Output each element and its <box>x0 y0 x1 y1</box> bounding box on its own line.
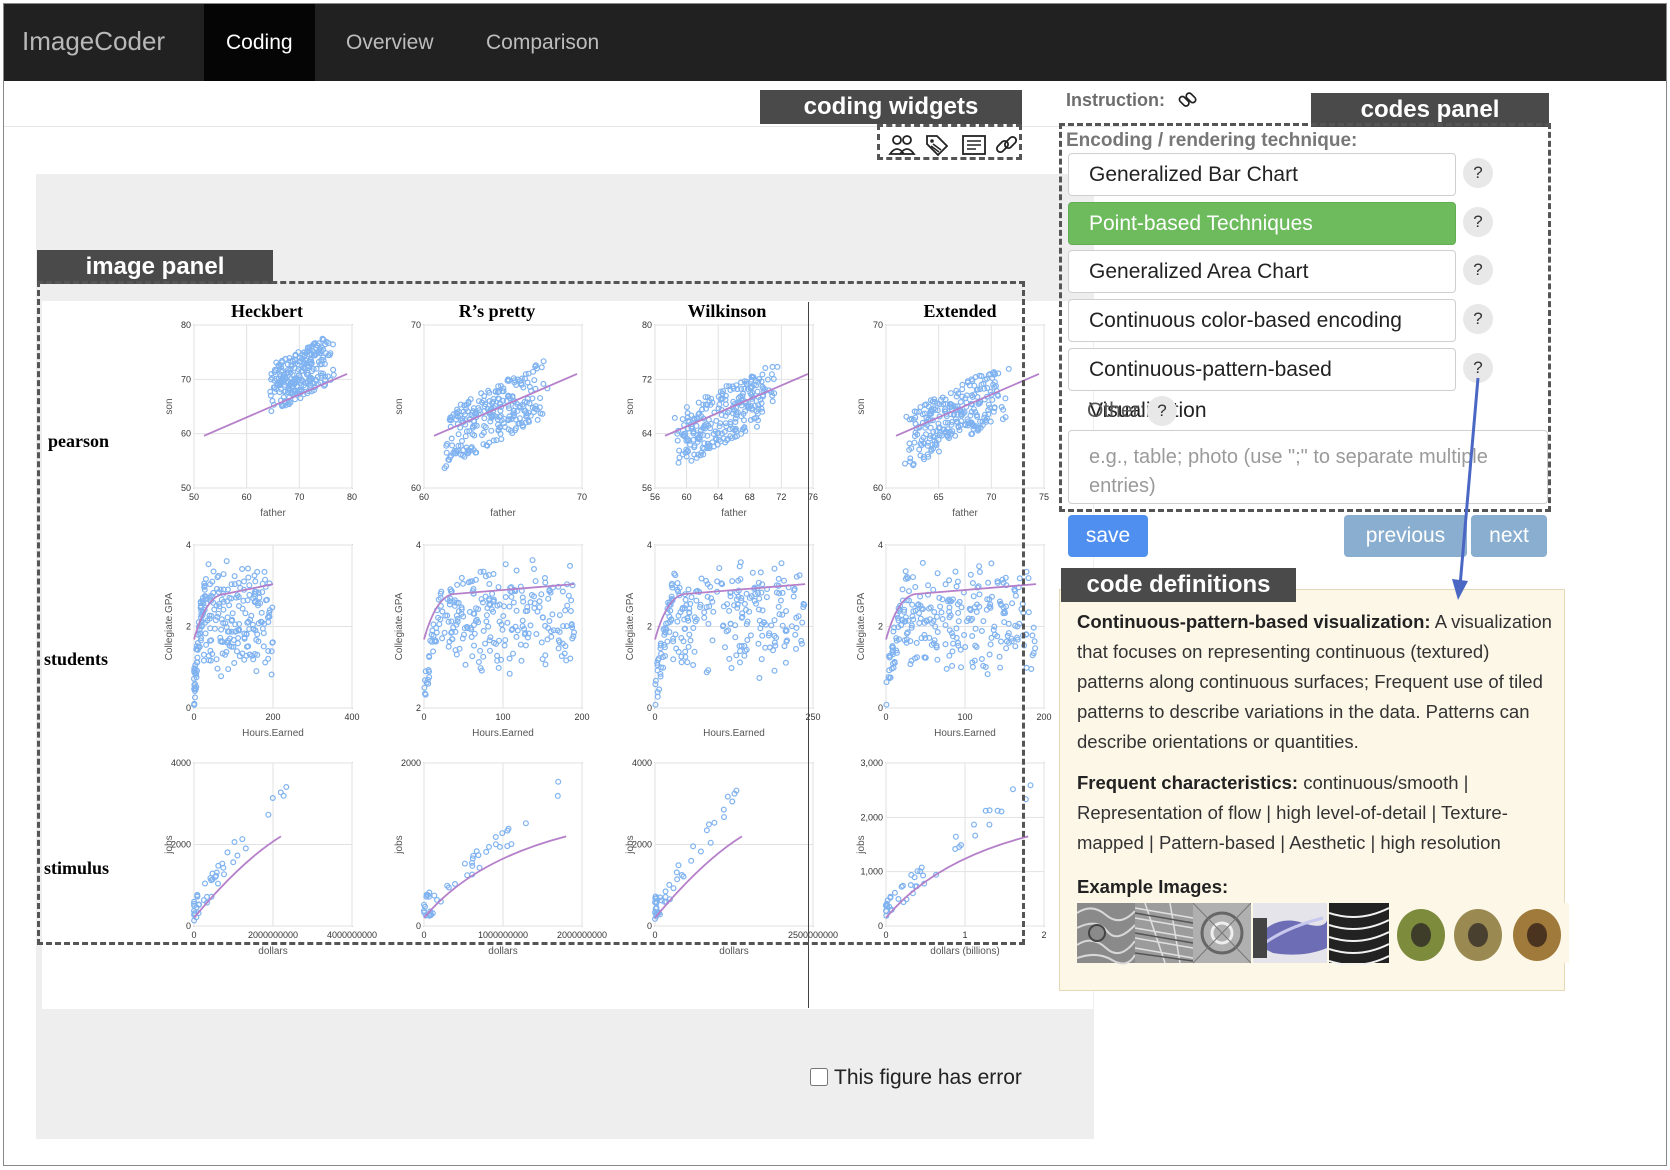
x-tick-label: 200 <box>1036 712 1051 722</box>
help-icon[interactable]: ? <box>1463 207 1493 237</box>
help-icon[interactable]: ? <box>1463 255 1493 285</box>
annotation-codes-panel: codes panel <box>1311 93 1549 127</box>
example-image-flow-texture[interactable] <box>1077 903 1135 965</box>
code-continuous-pattern-based-visualization[interactable]: Continuous-pattern-based Visualization <box>1068 348 1456 422</box>
coding-widgets-toolbar <box>877 124 1022 160</box>
example-image-noise-texture[interactable] <box>1193 903 1251 965</box>
example-image-lic-texture[interactable] <box>1135 903 1193 965</box>
code-continuous-color-based-encoding[interactable]: Continuous color-based encoding <box>1068 299 1456 342</box>
help-icon[interactable]: ? <box>1463 158 1493 188</box>
x-tick-label: 75 <box>1039 492 1049 502</box>
codes-section-title: Encoding / rendering technique: <box>1066 130 1358 151</box>
code-generalized-bar-chart[interactable]: Generalized Bar Chart <box>1068 153 1456 196</box>
code-definition-panel: Continuous-pattern-based visualization: … <box>1059 589 1569 991</box>
annotation-code-definitions: code definitions <box>1061 568 1296 602</box>
example-images <box>1077 903 1572 965</box>
characteristics-label: Frequent characteristics: <box>1077 772 1299 793</box>
characteristics-text: Frequent characteristics: continuous/smo… <box>1077 768 1552 858</box>
error-checkbox-label: This figure has error <box>834 1066 1022 1089</box>
example-image-bw-streamlines[interactable] <box>1329 903 1389 965</box>
instruction: Instruction: <box>1066 89 1200 111</box>
code-point-based-techniques[interactable]: Point-based Techniques <box>1068 202 1456 245</box>
instruction-label: Instruction: <box>1066 90 1165 110</box>
x-tick-label: 2 <box>1041 930 1046 940</box>
navbar: ImageCoder Coding Overview Comparison <box>4 4 1666 81</box>
tab-coding[interactable]: Coding <box>204 4 315 81</box>
other-label: Other: <box>1087 399 1146 422</box>
tags-icon[interactable] <box>923 132 951 158</box>
definition-body: A visualization that focuses on represen… <box>1077 611 1552 752</box>
instruction-link-icon[interactable] <box>1176 89 1200 111</box>
code-generalized-area-chart[interactable]: Generalized Area Chart <box>1068 250 1456 293</box>
definition-term: Continuous-pattern-based visualization: <box>1077 611 1431 632</box>
tab-comparison[interactable]: Comparison <box>464 4 621 81</box>
other-help-icon[interactable]: ? <box>1147 396 1177 426</box>
error-checkbox[interactable] <box>810 1068 828 1086</box>
image-panel-outline <box>37 281 1025 945</box>
link-icon[interactable] <box>993 132 1021 158</box>
x-axis-label: dollars <box>488 946 517 957</box>
annotation-coding-widgets: coding widgets <box>760 90 1022 124</box>
example-image-surface-flow[interactable] <box>1253 903 1327 965</box>
tab-overview[interactable]: Overview <box>324 4 456 81</box>
save-button[interactable]: save <box>1068 515 1148 557</box>
help-icon[interactable]: ? <box>1463 304 1493 334</box>
x-axis-label: dollars <box>719 946 748 957</box>
users-icon[interactable] <box>888 132 916 158</box>
definition-text: Continuous-pattern-based visualization: … <box>1077 607 1552 757</box>
x-axis-label: dollars <box>258 946 287 957</box>
error-checkbox-row[interactable]: This figure has error <box>810 1066 1022 1090</box>
notes-icon[interactable] <box>960 132 988 158</box>
annotation-image-panel: image panel <box>37 250 273 284</box>
examples-label: Example Images: <box>1077 876 1229 897</box>
arrow-annotation <box>1452 377 1480 600</box>
app-window: ImageCoder Coding Overview Comparison co… <box>3 3 1667 1166</box>
example-image-textured-cylinders[interactable] <box>1393 903 1569 965</box>
brand-logo[interactable]: ImageCoder <box>22 26 165 57</box>
x-axis-label: dollars (billions) <box>930 946 999 957</box>
